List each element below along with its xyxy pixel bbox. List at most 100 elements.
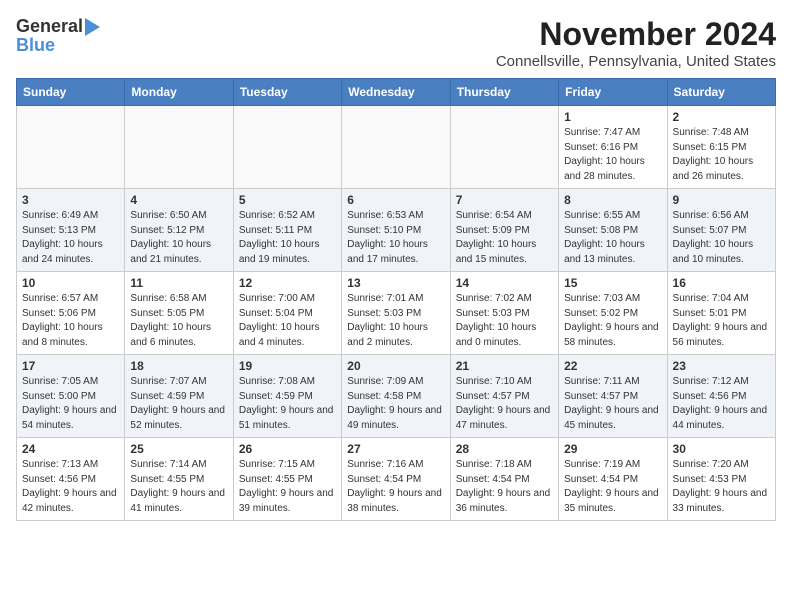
calendar-day-cell: 5 Sunrise: 6:52 AMSunset: 5:11 PMDaylight… xyxy=(233,189,341,272)
day-info: Sunrise: 6:56 AMSunset: 5:07 PMDaylight:… xyxy=(673,209,770,267)
day-number: 16 xyxy=(673,276,770,290)
calendar-day-cell: 22 Sunrise: 7:11 AMSunset: 4:57 PMDayligh… xyxy=(559,355,667,438)
day-info: Sunrise: 7:19 AMSunset: 4:54 PMDaylight:… xyxy=(564,458,661,516)
day-number: 23 xyxy=(673,359,770,373)
day-number: 11 xyxy=(130,276,227,290)
weekday-header: Monday xyxy=(125,79,233,106)
calendar-day-cell: 14Sunrise: 7:02 AMSunset: 5:03 PMDayligh… xyxy=(450,272,558,355)
calendar-table: SundayMondayTuesdayWednesdayThursdayFrid… xyxy=(16,78,776,521)
logo-arrow xyxy=(85,18,100,36)
calendar-header-row: SundayMondayTuesdayWednesdayThursdayFrid… xyxy=(17,79,776,106)
day-number: 21 xyxy=(456,359,553,373)
weekday-header: Tuesday xyxy=(233,79,341,106)
calendar-day-cell xyxy=(450,106,558,189)
calendar-week-row: 3Sunrise: 6:49 AMSunset: 5:13 PMDaylight… xyxy=(17,189,776,272)
title-section: November 2024 Connellsville, Pennsylvani… xyxy=(496,16,776,70)
day-info: Sunrise: 7:13 AMSunset: 4:56 PMDaylight:… xyxy=(22,458,119,516)
day-info: Sunrise: 7:47 AMSunset: 6:16 PMDaylight:… xyxy=(564,126,661,184)
calendar-day-cell xyxy=(342,106,450,189)
day-number: 4 xyxy=(130,193,227,207)
day-number: 24 xyxy=(22,442,119,456)
day-number: 30 xyxy=(673,442,770,456)
day-number: 22 xyxy=(564,359,661,373)
day-number: 6 xyxy=(347,193,444,207)
calendar-day-cell: 16Sunrise: 7:04 AMSunset: 5:01 PMDayligh… xyxy=(667,272,775,355)
calendar-day-cell: 2 Sunrise: 7:48 AMSunset: 6:15 PMDaylight… xyxy=(667,106,775,189)
day-number: 20 xyxy=(347,359,444,373)
day-info: Sunrise: 7:03 AMSunset: 5:02 PMDaylight:… xyxy=(564,292,661,350)
day-number: 10 xyxy=(22,276,119,290)
day-number: 29 xyxy=(564,442,661,456)
calendar-day-cell: 19 Sunrise: 7:08 AMSunset: 4:59 PMDayligh… xyxy=(233,355,341,438)
calendar-day-cell: 24 Sunrise: 7:13 AMSunset: 4:56 PMDayligh… xyxy=(17,438,125,521)
day-number: 9 xyxy=(673,193,770,207)
calendar-day-cell: 10Sunrise: 6:57 AMSunset: 5:06 PMDayligh… xyxy=(17,272,125,355)
day-info: Sunrise: 6:50 AMSunset: 5:12 PMDaylight:… xyxy=(130,209,227,267)
day-info: Sunrise: 7:01 AMSunset: 5:03 PMDaylight:… xyxy=(347,292,444,350)
day-number: 15 xyxy=(564,276,661,290)
calendar-day-cell xyxy=(125,106,233,189)
day-info: Sunrise: 6:53 AMSunset: 5:10 PMDaylight:… xyxy=(347,209,444,267)
calendar-week-row: 1 Sunrise: 7:47 AMSunset: 6:16 PMDaylight… xyxy=(17,106,776,189)
calendar-day-cell: 18Sunrise: 7:07 AMSunset: 4:59 PMDayligh… xyxy=(125,355,233,438)
day-number: 19 xyxy=(239,359,336,373)
day-info: Sunrise: 7:11 AMSunset: 4:57 PMDaylight:… xyxy=(564,375,661,433)
day-number: 2 xyxy=(673,110,770,124)
day-number: 26 xyxy=(239,442,336,456)
calendar-day-cell: 15 Sunrise: 7:03 AMSunset: 5:02 PMDayligh… xyxy=(559,272,667,355)
day-info: Sunrise: 7:10 AMSunset: 4:57 PMDaylight:… xyxy=(456,375,553,433)
weekday-header: Sunday xyxy=(17,79,125,106)
calendar-week-row: 24 Sunrise: 7:13 AMSunset: 4:56 PMDayligh… xyxy=(17,438,776,521)
day-info: Sunrise: 7:07 AMSunset: 4:59 PMDaylight:… xyxy=(130,375,227,433)
calendar-day-cell: 3Sunrise: 6:49 AMSunset: 5:13 PMDaylight… xyxy=(17,189,125,272)
day-number: 28 xyxy=(456,442,553,456)
calendar-day-cell: 27 Sunrise: 7:16 AMSunset: 4:54 PMDayligh… xyxy=(342,438,450,521)
day-info: Sunrise: 7:02 AMSunset: 5:03 PMDaylight:… xyxy=(456,292,553,350)
day-info: Sunrise: 7:12 AMSunset: 4:56 PMDaylight:… xyxy=(673,375,770,433)
day-info: Sunrise: 6:49 AMSunset: 5:13 PMDaylight:… xyxy=(22,209,119,267)
day-number: 5 xyxy=(239,193,336,207)
day-info: Sunrise: 7:08 AMSunset: 4:59 PMDaylight:… xyxy=(239,375,336,433)
page-title: November 2024 xyxy=(496,16,776,53)
calendar-day-cell: 23 Sunrise: 7:12 AMSunset: 4:56 PMDayligh… xyxy=(667,355,775,438)
day-info: Sunrise: 6:52 AMSunset: 5:11 PMDaylight:… xyxy=(239,209,336,267)
calendar-week-row: 17Sunrise: 7:05 AMSunset: 5:00 PMDayligh… xyxy=(17,355,776,438)
day-info: Sunrise: 7:48 AMSunset: 6:15 PMDaylight:… xyxy=(673,126,770,184)
calendar-day-cell: 29 Sunrise: 7:19 AMSunset: 4:54 PMDayligh… xyxy=(559,438,667,521)
calendar-day-cell: 20 Sunrise: 7:09 AMSunset: 4:58 PMDayligh… xyxy=(342,355,450,438)
day-info: Sunrise: 7:09 AMSunset: 4:58 PMDaylight:… xyxy=(347,375,444,433)
day-info: Sunrise: 7:14 AMSunset: 4:55 PMDaylight:… xyxy=(130,458,227,516)
day-info: Sunrise: 6:55 AMSunset: 5:08 PMDaylight:… xyxy=(564,209,661,267)
day-info: Sunrise: 7:15 AMSunset: 4:55 PMDaylight:… xyxy=(239,458,336,516)
calendar-day-cell: 25 Sunrise: 7:14 AMSunset: 4:55 PMDayligh… xyxy=(125,438,233,521)
calendar-day-cell: 13 Sunrise: 7:01 AMSunset: 5:03 PMDayligh… xyxy=(342,272,450,355)
day-number: 27 xyxy=(347,442,444,456)
calendar-day-cell: 26 Sunrise: 7:15 AMSunset: 4:55 PMDayligh… xyxy=(233,438,341,521)
page-subtitle: Connellsville, Pennsylvania, United Stat… xyxy=(496,53,776,70)
calendar-day-cell: 7 Sunrise: 6:54 AMSunset: 5:09 PMDaylight… xyxy=(450,189,558,272)
calendar-day-cell: 30 Sunrise: 7:20 AMSunset: 4:53 PMDayligh… xyxy=(667,438,775,521)
day-info: Sunrise: 7:18 AMSunset: 4:54 PMDaylight:… xyxy=(456,458,553,516)
weekday-header: Friday xyxy=(559,79,667,106)
calendar-day-cell: 21 Sunrise: 7:10 AMSunset: 4:57 PMDayligh… xyxy=(450,355,558,438)
day-number: 12 xyxy=(239,276,336,290)
day-info: Sunrise: 7:00 AMSunset: 5:04 PMDaylight:… xyxy=(239,292,336,350)
day-info: Sunrise: 6:54 AMSunset: 5:09 PMDaylight:… xyxy=(456,209,553,267)
weekday-header: Saturday xyxy=(667,79,775,106)
day-info: Sunrise: 6:58 AMSunset: 5:05 PMDaylight:… xyxy=(130,292,227,350)
day-number: 8 xyxy=(564,193,661,207)
day-number: 25 xyxy=(130,442,227,456)
calendar-day-cell: 11 Sunrise: 6:58 AMSunset: 5:05 PMDayligh… xyxy=(125,272,233,355)
day-number: 1 xyxy=(564,110,661,124)
day-info: Sunrise: 7:16 AMSunset: 4:54 PMDaylight:… xyxy=(347,458,444,516)
day-number: 7 xyxy=(456,193,553,207)
calendar-day-cell: 4 Sunrise: 6:50 AMSunset: 5:12 PMDaylight… xyxy=(125,189,233,272)
calendar-day-cell: 8 Sunrise: 6:55 AMSunset: 5:08 PMDaylight… xyxy=(559,189,667,272)
calendar-week-row: 10Sunrise: 6:57 AMSunset: 5:06 PMDayligh… xyxy=(17,272,776,355)
calendar-day-cell: 17Sunrise: 7:05 AMSunset: 5:00 PMDayligh… xyxy=(17,355,125,438)
day-number: 13 xyxy=(347,276,444,290)
calendar-day-cell: 28 Sunrise: 7:18 AMSunset: 4:54 PMDayligh… xyxy=(450,438,558,521)
calendar-day-cell xyxy=(233,106,341,189)
day-info: Sunrise: 7:20 AMSunset: 4:53 PMDaylight:… xyxy=(673,458,770,516)
calendar-day-cell: 9 Sunrise: 6:56 AMSunset: 5:07 PMDaylight… xyxy=(667,189,775,272)
